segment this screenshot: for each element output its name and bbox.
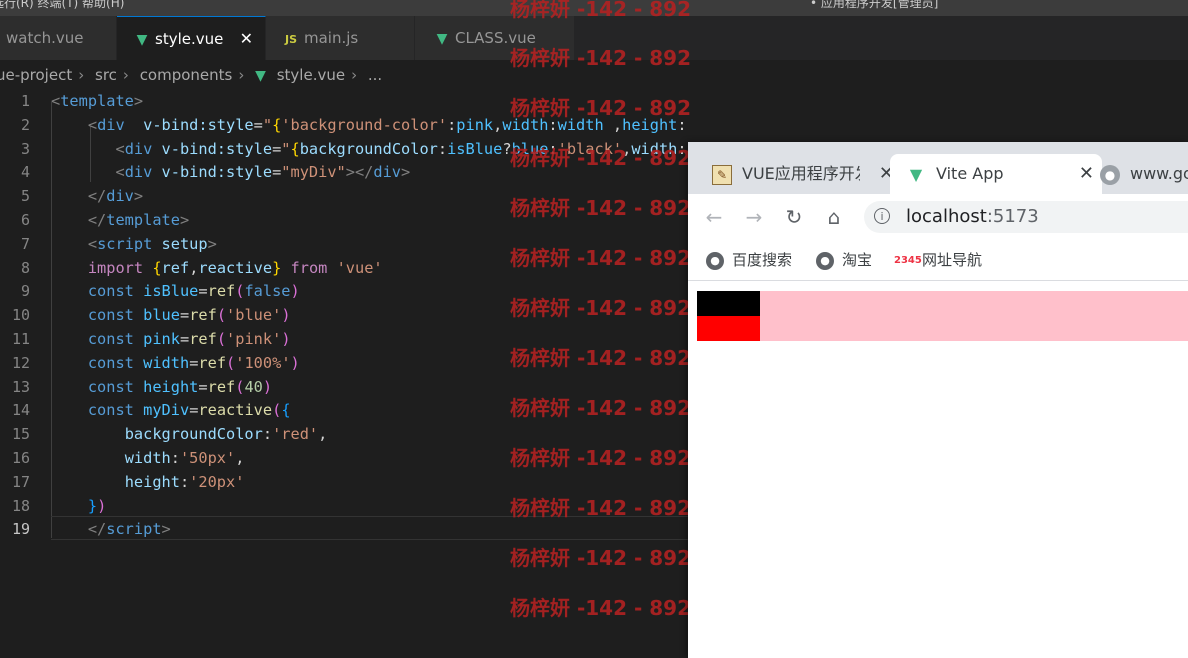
watermark-text: 杨梓妍 -142 - 892: [510, 596, 691, 620]
code-line: </script>: [87, 520, 171, 539]
page-viewport: [688, 281, 1188, 658]
reload-icon[interactable]: ↻: [780, 203, 808, 231]
watermark-text: 杨梓妍 -142 - 892: [510, 296, 691, 320]
back-icon[interactable]: ←: [700, 203, 728, 231]
bookmark-baidu[interactable]: ● 百度搜索: [706, 248, 792, 272]
bookmark-label: 网址导航: [922, 251, 983, 269]
line-number: 18: [11, 496, 30, 515]
close-icon[interactable]: ✕: [240, 17, 253, 60]
line-number: 5: [20, 187, 30, 206]
line-number: 13: [11, 377, 30, 396]
line-number: 15: [11, 425, 30, 444]
browser-window: ✎ VUE应用程序开发 ✕ ▼ Vite App ✕ ● www.go ← → ↻ ⌂…: [688, 142, 1188, 658]
black-div: [697, 291, 760, 316]
watermark-text: 杨梓妍 -142 - 892: [510, 196, 691, 220]
browser-tab-title: www.go: [1130, 164, 1188, 183]
breadcrumb-project[interactable]: ue-project: [0, 66, 72, 84]
breadcrumb-components[interactable]: components: [140, 66, 233, 84]
line-number: 7: [20, 234, 30, 253]
pink-div: [697, 291, 1188, 341]
breadcrumb-more[interactable]: ...: [368, 66, 382, 84]
vue-icon: ▼: [909, 164, 923, 184]
url-port: :5173: [986, 206, 1039, 227]
vue-icon: ▼: [136, 32, 148, 48]
bookmark-label: 淘宝: [842, 251, 873, 269]
home-icon[interactable]: ⌂: [820, 203, 848, 231]
browser-tab-title: VUE应用程序开发: [742, 164, 860, 183]
bookmark-label: 百度搜索: [732, 251, 793, 269]
watermark-text: 杨梓妍 -142 - 892: [510, 396, 691, 420]
bookmark-hao123[interactable]: 2345网址导航: [894, 248, 982, 272]
breadcrumb-src[interactable]: src: [95, 66, 117, 84]
forward-icon[interactable]: →: [740, 203, 768, 231]
browser-tab-vue-course[interactable]: ✎ VUE应用程序开发 ✕: [700, 154, 902, 194]
chevron-right-icon: ›: [78, 66, 85, 84]
globe-icon: ●: [816, 251, 834, 270]
watermark-text: 杨梓妍 -142 - 892: [510, 546, 691, 570]
line-number: 16: [11, 448, 30, 467]
watermark-text: 杨梓妍 -142 - 892: [510, 446, 691, 470]
tab-label: watch.vue: [6, 29, 84, 47]
browser-tab-vite-app[interactable]: ▼ Vite App ✕: [890, 154, 1102, 194]
browser-tab-www[interactable]: ● www.go: [1088, 154, 1188, 194]
address-bar[interactable]: i localhost:5173: [864, 201, 1188, 233]
chevron-right-icon: ›: [351, 66, 358, 84]
tab-watch-vue[interactable]: watch.vue: [0, 16, 117, 60]
url-text: localhost:5173: [906, 201, 1039, 233]
bookmarks-bar: ● 百度搜索 ● 淘宝 2345网址导航: [688, 240, 1188, 281]
watermark-text: 杨梓妍 -142 - 892: [510, 146, 691, 170]
line-number: 4: [20, 163, 30, 182]
line-number: 11: [11, 329, 30, 348]
book-icon: ✎: [712, 164, 732, 185]
line-number: 6: [20, 210, 30, 229]
watermark-text: 杨梓妍 -142 - 892: [510, 496, 691, 520]
menu-items[interactable]: 选行(R) 终端(T) 帮助(H): [0, 0, 124, 11]
tab-style-vue[interactable]: ▼ style.vue ✕: [117, 16, 266, 60]
globe-icon: ●: [706, 251, 724, 270]
js-icon: JS: [284, 33, 297, 46]
line-number: 17: [11, 472, 30, 491]
line-number: 14: [11, 401, 30, 420]
line-number: 10: [11, 306, 30, 325]
globe-icon: ●: [1100, 164, 1120, 185]
line-number: 9: [20, 282, 30, 301]
code-line: height:'20px': [124, 472, 245, 491]
watermark-text: 杨梓妍 -142 - 892: [510, 46, 691, 70]
tab-label: style.vue: [155, 30, 224, 48]
breadcrumb-file[interactable]: style.vue: [277, 66, 345, 84]
watermark-text: 杨梓妍 -142 - 892: [510, 346, 691, 370]
code-editor[interactable]: 1 2 3 4 5 6 7 8 9 10 11 12 13 14 15 16 1…: [0, 90, 688, 658]
browser-tab-title: Vite App: [936, 164, 1004, 183]
chevron-right-icon: ›: [122, 66, 129, 84]
red-div: [697, 316, 760, 341]
house-icon: 2345: [894, 254, 922, 266]
vue-icon: ▼: [255, 68, 266, 84]
line-number: 1: [20, 92, 30, 110]
bookmark-taobao[interactable]: ● 淘宝: [816, 248, 872, 272]
line-number-gutter: 1 2 3 4 5 6 7 8 9 10 11 12 13 14 15 16 1…: [0, 90, 30, 542]
watermark-text: 杨梓妍 -142 - 892: [510, 0, 691, 21]
browser-tab-bar: ✎ VUE应用程序开发 ✕ ▼ Vite App ✕ ● www.go: [688, 142, 1188, 194]
watermark-text: 杨梓妍 -142 - 892: [510, 96, 691, 120]
line-number: 2: [20, 115, 30, 134]
watermark-text: 杨梓妍 -142 - 892: [510, 246, 691, 270]
line-number: 8: [20, 258, 30, 277]
info-icon[interactable]: i: [874, 208, 890, 224]
line-number: 12: [11, 353, 30, 372]
window-title: • 应用程序开发[管理员]: [810, 0, 939, 10]
line-number: 19: [11, 520, 30, 539]
vue-icon: ▼: [436, 31, 448, 47]
browser-toolbar: ← → ↻ ⌂ i localhost:5173: [688, 194, 1188, 240]
chevron-right-icon: ›: [238, 66, 245, 84]
line-number: 3: [20, 139, 30, 158]
url-host: localhost: [906, 206, 987, 227]
tab-label: main.js: [304, 29, 359, 47]
tab-main-js[interactable]: JS main.js: [266, 16, 415, 60]
